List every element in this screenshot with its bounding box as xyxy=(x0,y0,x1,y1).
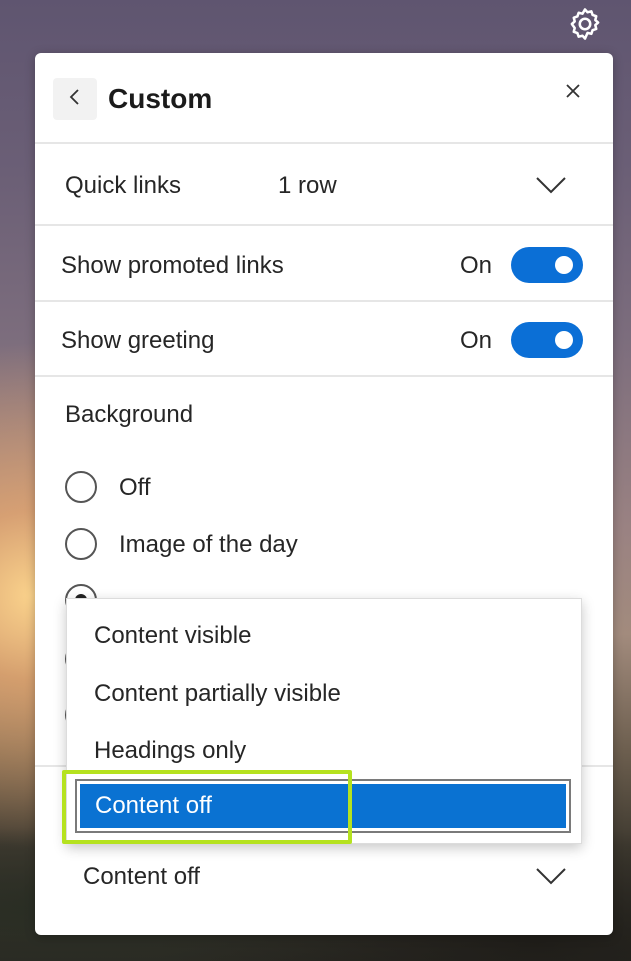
promoted-links-state: On xyxy=(460,252,493,279)
back-arrow-icon xyxy=(68,87,82,112)
quick-links-value[interactable]: 1 row xyxy=(278,172,337,200)
panel-header: Custom xyxy=(35,53,613,143)
greeting-label: Show greeting xyxy=(61,327,215,354)
radio-background-off[interactable] xyxy=(65,471,97,503)
panel-title: Custom xyxy=(108,83,213,114)
menu-item-content-partially-visible[interactable]: Content partially visible xyxy=(94,680,341,708)
background-label: Background xyxy=(65,401,194,428)
quick-links-label: Quick links xyxy=(65,172,182,199)
promoted-links-toggle[interactable] xyxy=(511,247,583,283)
radio-label-image-of-day: Image of the day xyxy=(119,531,298,558)
greeting-state: On xyxy=(460,327,493,354)
close-icon[interactable] xyxy=(562,80,584,102)
toggle-knob xyxy=(555,256,573,274)
radio-label-off: Off xyxy=(119,474,151,501)
greeting-toggle[interactable] xyxy=(511,322,583,358)
chevron-down-icon[interactable] xyxy=(535,866,567,886)
chevron-down-icon[interactable] xyxy=(535,175,567,195)
menu-item-headings-only[interactable]: Headings only xyxy=(94,737,246,765)
content-select-value[interactable]: Content off xyxy=(83,863,200,891)
settings-gear-icon[interactable] xyxy=(566,5,604,43)
divider xyxy=(35,375,613,377)
promoted-links-label: Show promoted links xyxy=(61,252,284,279)
divider xyxy=(35,224,613,226)
annotation-highlight-box xyxy=(62,770,352,844)
divider xyxy=(35,300,613,302)
radio-background-image-of-day[interactable] xyxy=(65,528,97,560)
back-button[interactable] xyxy=(53,78,97,120)
divider xyxy=(35,142,613,144)
menu-item-content-visible[interactable]: Content visible xyxy=(94,622,251,650)
toggle-knob xyxy=(555,331,573,349)
